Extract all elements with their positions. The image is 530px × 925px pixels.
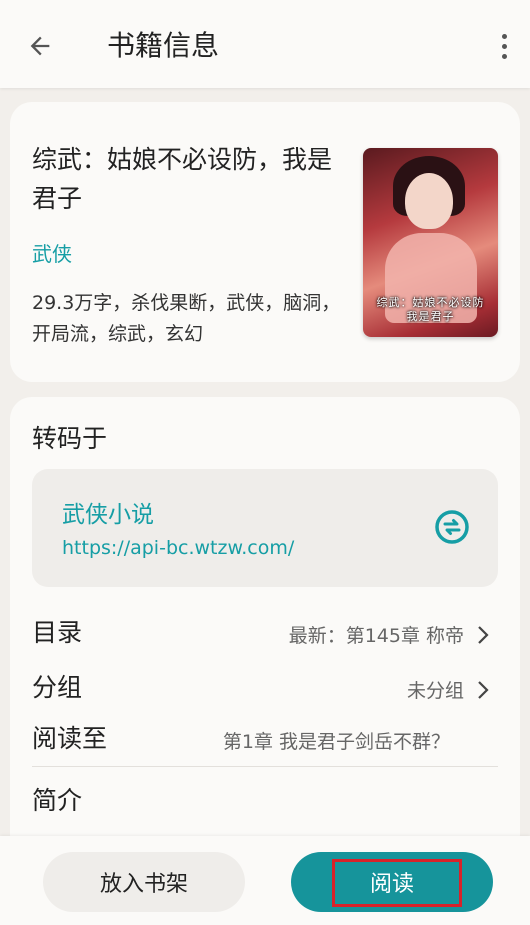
group-label: 分组: [32, 673, 83, 702]
book-info-card: 综武：姑娘不必设防，我是君子 武侠 29.3万字，杀伐果断，武侠，脑洞，开局流，…: [10, 102, 520, 382]
intro-label: 简介: [32, 786, 83, 815]
read-progress-value: 第1章 我是君子剑岳不群？: [222, 731, 450, 753]
chevron-right-icon: [478, 626, 489, 644]
source-name: 武侠小说: [62, 502, 154, 528]
intro-row: 简介: [32, 781, 498, 825]
book-category[interactable]: 武侠: [32, 238, 72, 267]
page-title: 书籍信息: [107, 29, 220, 62]
toc-row[interactable]: 目录 最新：第145章 称帝: [32, 613, 498, 657]
swap-icon[interactable]: [434, 509, 470, 545]
book-details-card: 转码于 武侠小说 https://api-bc.wtzw.com/ 目录 最新：…: [10, 397, 520, 857]
more-options-button[interactable]: [492, 28, 516, 64]
chevron-right-icon: [478, 681, 489, 699]
top-app-bar: 书籍信息: [0, 0, 530, 88]
toc-latest-chapter: 最新：第145章 称帝: [288, 625, 464, 647]
source-section-title: 转码于: [32, 424, 108, 453]
group-value: 未分组: [406, 680, 464, 702]
source-url: https://api-bc.wtzw.com/: [62, 537, 295, 559]
more-vertical-icon: [501, 33, 507, 39]
group-row[interactable]: 分组 未分组: [32, 668, 498, 712]
divider: [32, 766, 498, 767]
toc-label: 目录: [32, 618, 83, 647]
read-button-highlight: [332, 859, 462, 907]
book-cover[interactable]: 综武：姑娘不必设防 我是君子: [363, 148, 498, 337]
read-progress-label: 阅读至: [32, 724, 108, 753]
read-progress-row[interactable]: 阅读至 第1章 我是君子剑岳不群？: [32, 719, 498, 763]
book-title: 综武：姑娘不必设防，我是君子: [32, 145, 333, 213]
cover-title-text: 综武：姑娘不必设防 我是君子: [376, 296, 485, 323]
add-to-shelf-button[interactable]: 放入书架: [43, 852, 245, 912]
source-box[interactable]: 武侠小说 https://api-bc.wtzw.com/: [32, 469, 498, 587]
back-button[interactable]: [20, 26, 60, 66]
arrow-left-icon: [30, 36, 50, 56]
book-tags: 29.3万字，杀伐果断，武侠，脑洞，开局流，综武，玄幻: [32, 292, 341, 345]
